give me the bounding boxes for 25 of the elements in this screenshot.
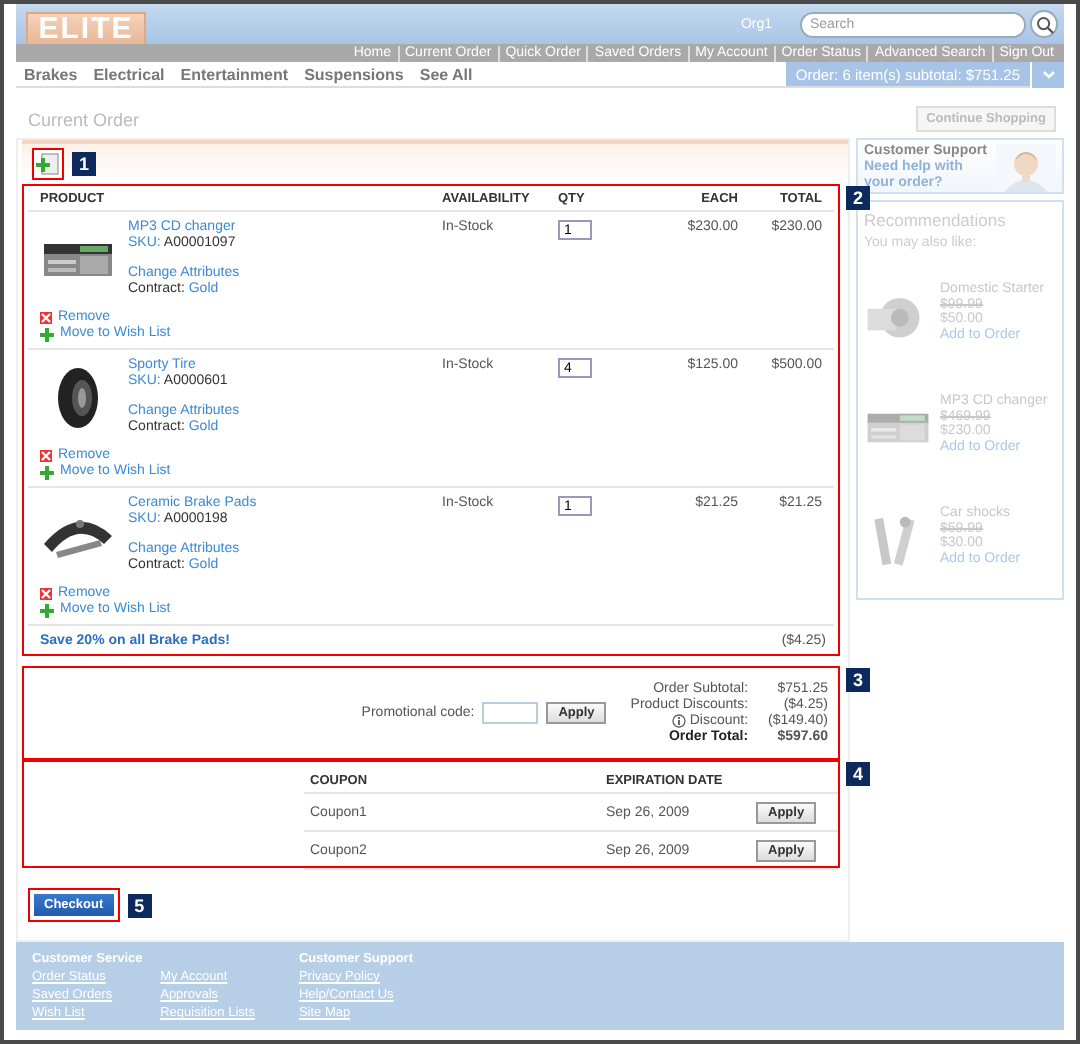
category-link[interactable]: Suspensions	[296, 62, 412, 86]
category-link[interactable]: See All	[411, 62, 481, 86]
search-icon	[1035, 15, 1053, 33]
remove-icon	[40, 450, 52, 462]
info-icon	[671, 714, 686, 728]
remove-icon	[40, 588, 52, 600]
remove-icon	[40, 312, 52, 324]
callout-label: 2	[846, 186, 870, 210]
promo-code-field[interactable]	[482, 702, 539, 724]
add-page-icon	[36, 152, 60, 176]
callout-label: 1	[72, 152, 96, 176]
callout-label: 4	[846, 762, 870, 786]
plus-icon	[40, 465, 54, 479]
callout-label: 3	[846, 668, 870, 692]
add-button[interactable]	[32, 148, 64, 180]
callout-label: 5	[127, 893, 152, 917]
search-button[interactable]	[1030, 10, 1058, 38]
category-link[interactable]: Electrical	[85, 62, 173, 86]
dropdown-button[interactable]	[1030, 61, 1064, 87]
page-title: Current Order	[28, 109, 140, 129]
plus-icon	[40, 327, 54, 341]
category-link[interactable]: Entertainment	[172, 62, 297, 86]
chevron-down-icon	[1041, 69, 1055, 79]
plus-icon	[40, 603, 54, 617]
category-link[interactable]: Brakes	[16, 62, 86, 86]
